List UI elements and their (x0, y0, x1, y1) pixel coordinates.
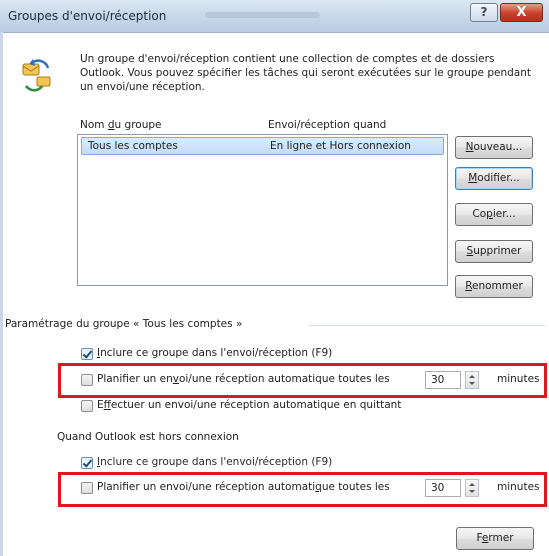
offline-section-title: Quand Outlook est hors connexion (57, 431, 239, 443)
include-online-label: Inclure ce groupe dans l'envoi/réception… (97, 347, 333, 359)
close-icon: X (516, 5, 527, 20)
modify-button[interactable]: Modifier... (455, 167, 533, 190)
group-row-tous-les-comptes[interactable]: Tous les comptes En ligne et Hors connex… (81, 137, 444, 155)
close-dialog-button[interactable]: Fermer (456, 527, 534, 550)
column-header-name: Nom du groupe (80, 119, 162, 131)
window-title: Groupes d'envoi/réception (8, 9, 167, 23)
group-when-cell: En ligne et Hors connexion (270, 140, 411, 152)
send-on-exit-checkbox[interactable] (81, 400, 93, 412)
highlight-box-offline (58, 472, 547, 507)
send-on-exit-label: Effectuer un envoi/une réception automat… (97, 399, 402, 411)
window-border (0, 32, 3, 556)
copy-button[interactable]: Copier... (455, 203, 533, 226)
new-button[interactable]: Nouveau... (455, 136, 533, 159)
send-receive-icon (22, 59, 51, 92)
group-settings-divider (309, 325, 545, 326)
delete-button[interactable]: Supprimer (455, 240, 533, 263)
close-button[interactable]: X (500, 3, 543, 22)
question-icon: ? (480, 5, 488, 19)
title-bar-blur (205, 12, 320, 18)
rename-button[interactable]: Renommer (455, 275, 533, 298)
include-offline-checkbox[interactable] (81, 457, 93, 469)
group-settings-title: Paramétrage du groupe « Tous les comptes… (5, 318, 243, 330)
group-list[interactable]: Tous les comptes En ligne et Hors connex… (77, 134, 448, 286)
include-online-checkbox[interactable] (81, 348, 93, 360)
group-name-cell: Tous les comptes (88, 140, 178, 152)
include-offline-label: Inclure ce groupe dans l'envoi/réception… (97, 456, 333, 468)
intro-text: Un groupe d'envoi/réception contient une… (80, 53, 531, 93)
highlight-box-online (58, 363, 547, 398)
column-header-when: Envoi/réception quand (268, 119, 387, 131)
help-button[interactable]: ? (470, 3, 498, 22)
